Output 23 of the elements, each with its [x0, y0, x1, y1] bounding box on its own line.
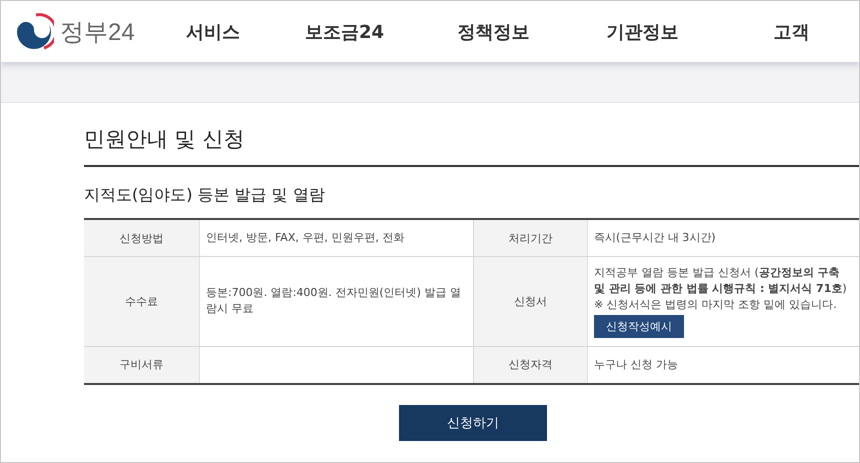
table-header-cell: 신청자격 [474, 346, 588, 383]
apply-button[interactable]: 신청하기 [399, 404, 547, 441]
form-description: 지적공부 열람 등본 발급 신청서 (공간정보의 구축 및 관리 등에 관한 법률 시행규칙 : 별지서식 71호) [594, 265, 848, 297]
emblem-icon [14, 12, 54, 52]
table-cell-text: 인터넷, 방문, FAX, 우편, 민원우편, 전화 [206, 230, 406, 246]
table-header-cell: 신청서 [474, 257, 588, 346]
nav-link[interactable]: 보조금24 [277, 20, 412, 44]
nav-link[interactable]: 정책정보 [426, 20, 561, 44]
table-header-cell: 처리기간 [474, 220, 588, 256]
table-cell-text: 누구나 신청 가능 [594, 356, 679, 373]
example-button[interactable]: 신청작성예시 [594, 314, 684, 338]
table-header-cell: 신청방법 [84, 220, 200, 256]
nav-link[interactable]: 서비스 [163, 20, 263, 44]
table-cell-text: 등본:700원. 열람:400원. 전자민원(인터넷) 발급 열람시 무료 [206, 285, 462, 318]
nav-link[interactable]: 고객 [724, 20, 859, 44]
form-note: ※ 신청서식은 법령의 마지막 조항 밑에 있습니다. [594, 296, 838, 313]
table-header-cell: 수수료 [84, 257, 200, 346]
nav-link[interactable]: 기관정보 [575, 20, 710, 44]
site-logo-text[interactable]: 정부24 [60, 16, 135, 48]
section-title: 지적도(임야도) 등본 발급 및 열람 [84, 184, 326, 206]
table-cell-text: 즉시(근무시간 내 3시간) [594, 230, 717, 246]
table-header-cell: 구비서류 [84, 346, 200, 383]
page-title: 민원안내 및 신청 [84, 103, 859, 167]
